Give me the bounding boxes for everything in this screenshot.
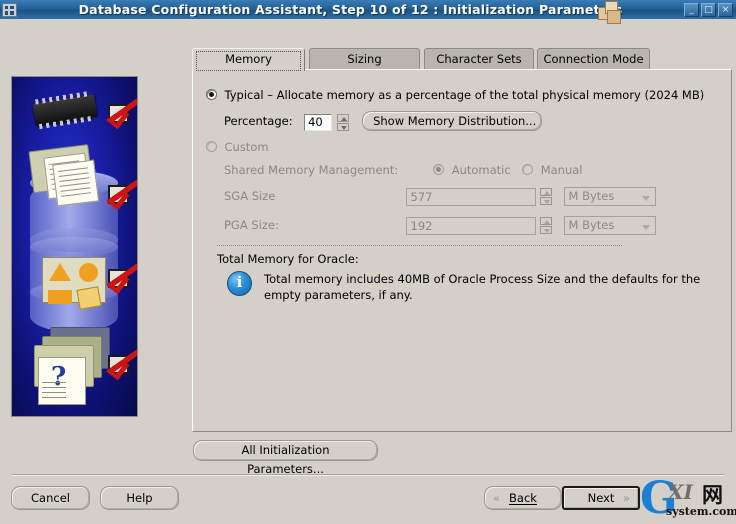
app-icon	[2, 2, 17, 17]
stepper-down-icon	[336, 122, 349, 131]
shared-memory-management-row: Shared Memory Management: Automatic Manu…	[224, 163, 582, 177]
percentage-label: Percentage:	[224, 114, 293, 128]
all-initialization-parameters-button[interactable]: All Initialization Parameters...	[193, 440, 378, 476]
memory-tab-panel: Typical – Allocate memory as a percentag…	[192, 69, 732, 432]
total-memory-info-text: Total memory includes 40MB of Oracle Pro…	[264, 271, 700, 303]
next-button[interactable]: Next »	[562, 486, 640, 510]
tab-connection-mode-label: Connection Mode	[543, 52, 644, 66]
sga-size-row: SGA Size 577 M Bytes	[224, 187, 656, 206]
custom-option-row[interactable]: Custom	[206, 140, 269, 154]
chevron-down-icon	[641, 225, 650, 230]
pga-size-stepper[interactable]	[540, 217, 552, 234]
checkmark-icon	[106, 269, 130, 295]
custom-label: Custom	[224, 140, 269, 154]
back-button[interactable]: « Back	[484, 486, 562, 510]
total-memory-heading: Total Memory for Oracle:	[217, 252, 359, 266]
total-memory-heading-row: Total Memory for Oracle:	[217, 252, 359, 266]
shapes-panel-icon	[42, 257, 106, 310]
help-button[interactable]: Help	[100, 486, 179, 510]
checkmark-icon	[106, 185, 130, 211]
sga-size-input[interactable]: 577	[405, 187, 536, 206]
watermark-domain: system.com	[666, 505, 736, 518]
automatic-radio[interactable]	[433, 164, 445, 175]
pga-size-unit-value: M Bytes	[568, 218, 615, 232]
watermark: G XI 网 system.com	[640, 473, 736, 524]
checkmark-icon	[106, 355, 130, 381]
sga-size-stepper[interactable]	[540, 188, 552, 205]
info-icon	[227, 271, 252, 296]
footer-divider	[12, 474, 724, 475]
checkmarks-column	[101, 77, 135, 416]
stepper-up-icon	[540, 188, 552, 196]
pga-size-label: PGA Size:	[224, 217, 279, 232]
window-controls: _ □ ×	[684, 2, 733, 17]
stepper-up-icon	[336, 113, 349, 122]
watermark-xi: XI	[668, 480, 693, 504]
typical-radio[interactable]	[206, 89, 217, 100]
cancel-button[interactable]: Cancel	[11, 486, 90, 510]
pga-size-row: PGA Size: 192 M Bytes	[224, 216, 656, 235]
stepper-up-icon	[540, 217, 552, 225]
typical-label: Typical – Allocate memory as a percentag…	[224, 88, 705, 102]
back-chevron-icon: «	[493, 491, 501, 505]
window-title: Database Configuration Assistant, Step 1…	[78, 2, 623, 17]
section-divider	[217, 245, 622, 246]
tab-character-sets[interactable]: Character Sets	[424, 48, 534, 69]
watermark-g: G	[640, 473, 678, 524]
cpu-chip-icon	[32, 94, 98, 126]
manual-radio[interactable]	[522, 164, 534, 175]
percentage-input[interactable]: 40	[304, 113, 333, 131]
wizard-illustration: ?	[11, 76, 138, 417]
custom-radio[interactable]	[206, 141, 217, 152]
back-button-label: Back	[509, 491, 537, 505]
pga-size-unit-select[interactable]: M Bytes	[563, 216, 656, 235]
documents-icon	[28, 143, 105, 213]
folders-stack-icon: ?	[26, 327, 110, 405]
tab-memory[interactable]: Memory	[192, 48, 305, 71]
shared-memory-management-label: Shared Memory Management:	[224, 163, 399, 177]
percentage-row: Percentage: 40 Show Memory Distribution.…	[224, 111, 543, 131]
maximize-button[interactable]: □	[701, 2, 716, 17]
typical-option-row[interactable]: Typical – Allocate memory as a percentag…	[206, 88, 704, 102]
show-memory-distribution-button[interactable]: Show Memory Distribution...	[362, 111, 543, 131]
sga-size-unit-value: M Bytes	[568, 189, 615, 203]
tab-character-sets-label: Character Sets	[436, 52, 522, 66]
sga-size-unit-select[interactable]: M Bytes	[563, 187, 656, 206]
stepper-down-icon	[540, 226, 552, 234]
tab-sizing[interactable]: Sizing	[309, 48, 420, 69]
info-text-line-1: Total memory includes 40MB of Oracle Pro…	[264, 272, 701, 286]
tab-bar: Memory Sizing Character Sets Connection …	[192, 48, 732, 71]
tab-sizing-label: Sizing	[347, 52, 382, 66]
next-button-label: Next	[587, 491, 615, 505]
percentage-stepper[interactable]	[336, 113, 349, 131]
minimize-button[interactable]: _	[684, 2, 699, 17]
watermark-cn: 网	[702, 483, 723, 507]
checkmark-icon	[106, 104, 130, 130]
manual-label: Manual	[540, 163, 583, 177]
next-chevron-icon: »	[622, 491, 630, 505]
sga-size-label: SGA Size	[224, 188, 276, 203]
tab-connection-mode[interactable]: Connection Mode	[537, 48, 650, 69]
pga-size-input[interactable]: 192	[405, 216, 536, 235]
dbca-window: Database Configuration Assistant, Step 1…	[0, 0, 736, 523]
automatic-label: Automatic	[451, 163, 511, 177]
info-text-line-2: empty parameters, if any.	[264, 288, 413, 302]
close-button[interactable]: ×	[718, 2, 733, 17]
stepper-down-icon	[540, 197, 552, 205]
title-bar: Database Configuration Assistant, Step 1…	[0, 0, 736, 24]
chevron-down-icon	[641, 196, 650, 201]
tab-focus-outline	[196, 51, 301, 71]
